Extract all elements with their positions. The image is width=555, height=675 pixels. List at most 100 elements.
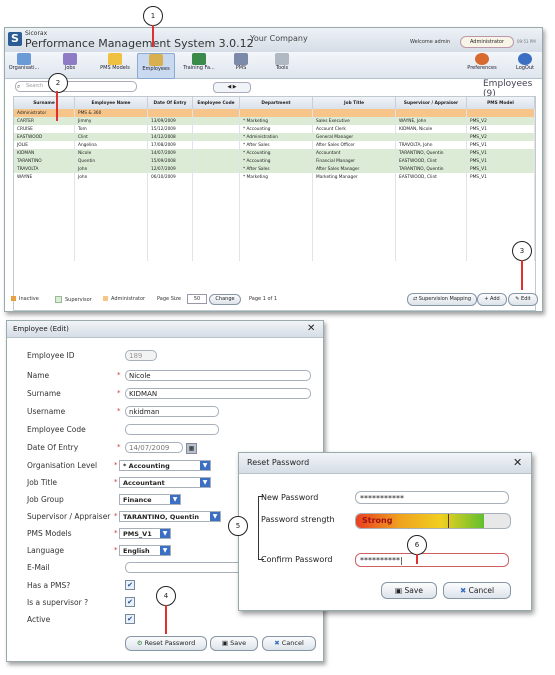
grid-header-row: Surname Employee Name Date Of Entry Empl…: [14, 97, 535, 109]
search-input[interactable]: Search: [15, 81, 137, 92]
label-date-of-entry: Date Of Entry: [27, 443, 79, 452]
table-cell: [192, 173, 240, 181]
table-cell: TARANTINO: [14, 157, 75, 165]
label-language: Language: [27, 546, 65, 555]
required-marker: *: [114, 461, 118, 469]
grid-nav-buttons[interactable]: ◀ ▶: [213, 82, 251, 93]
toolbar-pms-models[interactable]: PMS Models: [95, 53, 135, 77]
column-header[interactable]: Job Title: [312, 97, 396, 109]
table-row[interactable]: CARTER Jimmy 13/09/2009 * Marketing Sales Ex…: [14, 117, 535, 125]
column-header[interactable]: Employee Code: [192, 97, 240, 109]
username-field[interactable]: nkidman: [125, 406, 219, 417]
app-logo: S: [8, 32, 22, 46]
date-of-entry-field[interactable]: 14/07/2009: [125, 442, 183, 453]
role-badge[interactable]: Administrator: [460, 36, 514, 48]
name-field[interactable]: Nicole: [125, 370, 311, 381]
toolbar-logout[interactable]: LogOut: [511, 53, 539, 77]
group-row[interactable]: Administrator PMS & 360: [14, 109, 535, 117]
reset-password-dialog: Reset Password ✕ New Password **********…: [238, 452, 532, 611]
pms-icon: [234, 53, 248, 65]
page-size-input[interactable]: 50: [187, 294, 207, 304]
heart-icon: [475, 53, 489, 65]
cancel-button[interactable]: ✖ Cancel: [262, 636, 316, 651]
table-row[interactable]: WAYNE John 06/10/2009 * Marketing Marketing …: [14, 173, 535, 181]
employee-code-field[interactable]: [125, 424, 219, 435]
add-button[interactable]: + Add: [477, 293, 507, 306]
employees-grid: Surname Employee Name Date Of Entry Empl…: [13, 96, 536, 311]
supervisor-select[interactable]: TARANTINO, Quentin ▼: [119, 511, 221, 522]
table-cell: * After Sales: [239, 165, 313, 173]
column-header[interactable]: Date Of Entry: [147, 97, 193, 109]
toolbar-pms[interactable]: PMS: [227, 53, 255, 77]
calendar-icon[interactable]: ▦: [186, 443, 197, 454]
job-title-select[interactable]: Accountant ▼: [119, 477, 211, 488]
table-row[interactable]: JOLIE Angelina 17/08/2009 * After Sales Afte…: [14, 141, 535, 149]
table-cell: [192, 157, 240, 165]
active-checkbox[interactable]: ✔: [125, 614, 135, 624]
new-password-field[interactable]: ***********: [355, 491, 509, 504]
table-row[interactable]: CRUISE Tom 15/12/2009 * Accounting Account C…: [14, 125, 535, 133]
confirm-password-field[interactable]: **********|: [355, 553, 509, 567]
close-icon[interactable]: ✕: [307, 323, 315, 334]
column-header[interactable]: Supervisor / Appraiser: [395, 97, 467, 109]
has-pms-checkbox[interactable]: ✔: [125, 580, 135, 590]
table-cell: TRAVOLTA, John: [395, 141, 467, 149]
callout-bracket: [258, 496, 264, 497]
toolbar-tools[interactable]: Tools: [267, 53, 297, 77]
training-icon: [192, 53, 206, 65]
table-cell: John: [74, 165, 148, 173]
table-cell: EASTWOOD, Clint: [395, 173, 467, 181]
strength-marker: [448, 514, 449, 528]
column-header[interactable]: Employee Name: [74, 97, 148, 109]
column-header[interactable]: PMS Model: [466, 97, 535, 109]
surname-field[interactable]: KIDMAN: [125, 388, 311, 399]
is-supervisor-checkbox[interactable]: ✔: [125, 597, 135, 607]
label-is-supervisor: Is a supervisor ?: [27, 598, 89, 607]
main-toolbar: Organisati... Jobs PMS Models Employees …: [5, 52, 542, 79]
table-row[interactable]: TRAVOLTA John 12/07/2009 * After Sales After…: [14, 165, 535, 173]
close-icon[interactable]: ✕: [513, 456, 522, 469]
column-header[interactable]: Surname: [14, 97, 75, 109]
table-cell: Sales Executive: [312, 117, 396, 125]
empty-row: [14, 221, 535, 229]
pms-models-select[interactable]: PMS_V1 ▼: [119, 528, 171, 539]
callout-4: 4: [156, 586, 176, 606]
reset-password-button[interactable]: ⚙ Reset Password: [125, 636, 207, 651]
table-row[interactable]: EASTWOOD Clint 14/12/2008 * Administration G…: [14, 133, 535, 141]
table-cell: JOLIE: [14, 141, 75, 149]
reset-save-button[interactable]: ▣ Save: [381, 582, 437, 599]
table-cell: John: [74, 173, 148, 181]
required-marker: *: [114, 529, 118, 537]
table-cell: TRAVOLTA: [14, 165, 75, 173]
toolbar-organisation[interactable]: Organisati...: [7, 53, 41, 77]
toolbar-preferences[interactable]: Preferences: [463, 53, 501, 77]
callout-arrow: [56, 91, 58, 121]
toolbar-employees[interactable]: Employees: [137, 53, 175, 79]
table-cell: CRUISE: [14, 125, 75, 133]
dialog-title: Reset Password: [247, 458, 310, 467]
required-marker: *: [114, 478, 118, 486]
page-size-label: Page Size: [157, 296, 181, 302]
callout-bracket: [258, 559, 264, 560]
empty-row: [14, 189, 535, 197]
change-button[interactable]: Change: [209, 294, 241, 305]
toolbar-label: Preferences: [467, 65, 497, 71]
column-header[interactable]: Department: [239, 97, 313, 109]
edit-button[interactable]: ✎ Edit: [508, 293, 538, 306]
reset-cancel-button[interactable]: ✖ Cancel: [443, 582, 511, 599]
toolbar-training[interactable]: Training Fa...: [179, 53, 219, 77]
job-group-select[interactable]: Finance ▼: [119, 494, 181, 505]
table-cell: Account Clerk: [312, 125, 396, 133]
pms-main-window: S Sicorax Performance Management System …: [4, 27, 543, 312]
language-select[interactable]: English ▼: [119, 545, 171, 556]
table-cell: Jimmy: [74, 117, 148, 125]
label-pms-models: PMS Models: [27, 529, 72, 538]
save-button[interactable]: ▣ Save: [210, 636, 258, 651]
empty-row: [14, 181, 535, 189]
table-cell: WAYNE, John: [395, 117, 467, 125]
organisation-level-select[interactable]: * Accounting ▼: [119, 460, 211, 471]
table-row[interactable]: TARANTINO Quentin 15/09/2008 * Accounting Fi…: [14, 157, 535, 165]
table-row[interactable]: KIDMAN Nicole 14/07/2009 * Accounting Accoun…: [14, 149, 535, 157]
supervision-mapping-button[interactable]: ⇄ Supervision Mapping: [407, 293, 477, 306]
label-new-password: New Password: [261, 493, 319, 502]
